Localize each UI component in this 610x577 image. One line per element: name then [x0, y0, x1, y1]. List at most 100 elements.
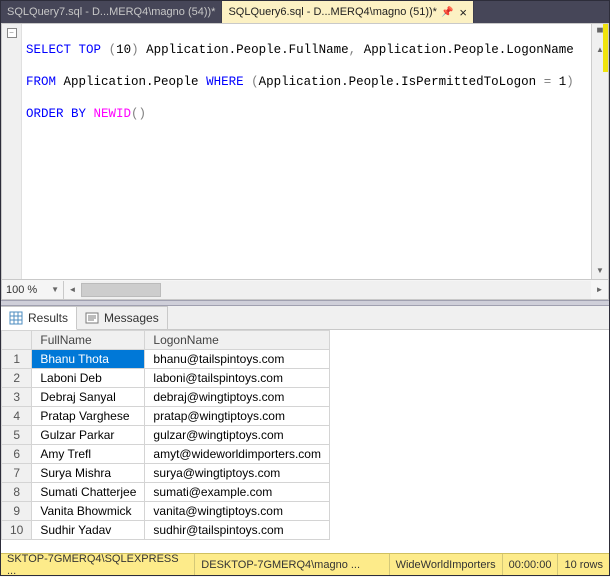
code-pane[interactable]: SELECT TOP (10) Application.People.FullN…	[22, 24, 591, 279]
cell-fullname[interactable]: Amy Trefl	[32, 445, 145, 464]
horizontal-scrollbar[interactable]: ◄ ►	[64, 281, 608, 299]
cell-logonname[interactable]: amyt@wideworldimporters.com	[145, 445, 330, 464]
status-server: SKTOP-7GMERQ4\SQLEXPRESS ...	[1, 554, 195, 575]
cell-logonname[interactable]: bhanu@tailspintoys.com	[145, 350, 330, 369]
column-ref: Application.People.LogonName	[364, 43, 574, 57]
tab-sqlquery7[interactable]: SQLQuery7.sql - D...MERQ4\magno (54))*	[1, 1, 222, 23]
table-row[interactable]: 6Amy Treflamyt@wideworldimporters.com	[2, 445, 330, 464]
status-user: DESKTOP-7GMERQ4\magno ...	[195, 554, 389, 575]
tab-sqlquery6[interactable]: SQLQuery6.sql - D...MERQ4\magno (51))* 📌…	[222, 1, 474, 23]
row-number[interactable]: 6	[2, 445, 32, 464]
tab-label: Messages	[104, 311, 159, 325]
table-row[interactable]: 4Pratap Varghesepratap@wingtiptoys.com	[2, 407, 330, 426]
paren: (	[251, 75, 259, 89]
editor-area: − SELECT TOP (10) Application.People.Ful…	[1, 23, 609, 300]
table-row[interactable]: 1Bhanu Thotabhanu@tailspintoys.com	[2, 350, 330, 369]
table-row[interactable]: 8Sumati Chatterjeesumati@example.com	[2, 483, 330, 502]
row-number[interactable]: 10	[2, 521, 32, 540]
literal-number: 10	[116, 43, 131, 57]
close-icon[interactable]: ×	[459, 6, 467, 19]
table-row[interactable]: 5Gulzar Parkargulzar@wingtiptoys.com	[2, 426, 330, 445]
tab-messages[interactable]: Messages	[77, 306, 168, 329]
header-row: FullName LogonName	[2, 331, 330, 350]
chevron-down-icon: ▼	[51, 285, 59, 294]
func-newid: NEWID	[94, 107, 132, 121]
results-area: Results Messages FullName LogonName 1Bha…	[1, 306, 609, 553]
pin-icon[interactable]: 📌	[441, 7, 453, 18]
cell-logonname[interactable]: sumati@example.com	[145, 483, 330, 502]
paren: )	[566, 75, 574, 89]
results-grid-container[interactable]: FullName LogonName 1Bhanu Thotabhanu@tai…	[1, 330, 609, 553]
col-fullname[interactable]: FullName	[32, 331, 145, 350]
code-editor[interactable]: − SELECT TOP (10) Application.People.Ful…	[1, 23, 609, 280]
row-number[interactable]: 7	[2, 464, 32, 483]
kw-orderby: ORDER BY	[26, 107, 86, 121]
table-ref: Application.People	[64, 75, 199, 89]
cell-logonname[interactable]: gulzar@wingtiptoys.com	[145, 426, 330, 445]
cell-logonname[interactable]: debraj@wingtiptoys.com	[145, 388, 330, 407]
row-number[interactable]: 2	[2, 369, 32, 388]
table-row[interactable]: 9Vanita Bhowmickvanita@wingtiptoys.com	[2, 502, 330, 521]
paren-pair: ()	[131, 107, 146, 121]
table-row[interactable]: 3Debraj Sanyaldebraj@wingtiptoys.com	[2, 388, 330, 407]
cell-logonname[interactable]: vanita@wingtiptoys.com	[145, 502, 330, 521]
table-row[interactable]: 2Laboni Deblaboni@tailspintoys.com	[2, 369, 330, 388]
zoom-dropdown[interactable]: 100 % ▼	[2, 281, 64, 299]
column-ref: Application.People.IsPermittedToLogon	[259, 75, 537, 89]
app-root: SQLQuery7.sql - D...MERQ4\magno (54))* S…	[0, 0, 610, 576]
row-number[interactable]: 3	[2, 388, 32, 407]
editor-gutter: −	[2, 24, 22, 279]
paren: (	[109, 43, 117, 57]
kw-from: FROM	[26, 75, 56, 89]
kw-top: TOP	[79, 43, 102, 57]
column-ref: Application.People.FullName	[146, 43, 349, 57]
row-number[interactable]: 5	[2, 426, 32, 445]
table-row[interactable]: 10Sudhir Yadavsudhir@tailspintoys.com	[2, 521, 330, 540]
cell-fullname[interactable]: Sudhir Yadav	[32, 521, 145, 540]
cell-fullname[interactable]: Sumati Chatterjee	[32, 483, 145, 502]
cell-fullname[interactable]: Bhanu Thota	[32, 350, 145, 369]
cell-logonname[interactable]: laboni@tailspintoys.com	[145, 369, 330, 388]
cell-logonname[interactable]: surya@wingtiptoys.com	[145, 464, 330, 483]
row-number[interactable]: 1	[2, 350, 32, 369]
document-tabs: SQLQuery7.sql - D...MERQ4\magno (54))* S…	[1, 1, 609, 23]
results-tab-strip: Results Messages	[1, 306, 609, 330]
row-number[interactable]: 9	[2, 502, 32, 521]
comma: ,	[349, 43, 357, 57]
cell-fullname[interactable]: Debraj Sanyal	[32, 388, 145, 407]
editor-footer: 100 % ▼ ◄ ►	[1, 280, 609, 300]
messages-icon	[85, 311, 99, 325]
col-logonname[interactable]: LogonName	[145, 331, 330, 350]
tab-results[interactable]: Results	[1, 306, 77, 330]
scroll-track[interactable]	[81, 281, 591, 299]
cell-fullname[interactable]: Vanita Bhowmick	[32, 502, 145, 521]
scroll-right-icon[interactable]: ►	[591, 281, 608, 299]
kw-where: WHERE	[206, 75, 244, 89]
cell-fullname[interactable]: Gulzar Parkar	[32, 426, 145, 445]
scroll-down-icon[interactable]: ▼	[592, 262, 608, 279]
scroll-track[interactable]	[592, 58, 608, 262]
cell-logonname[interactable]: sudhir@tailspintoys.com	[145, 521, 330, 540]
scroll-thumb[interactable]	[81, 283, 161, 297]
zoom-value: 100 %	[6, 284, 37, 296]
cell-fullname[interactable]: Laboni Deb	[32, 369, 145, 388]
status-rowcount: 10 rows	[558, 554, 609, 575]
change-indicator	[603, 24, 608, 72]
tab-label: Results	[28, 311, 68, 325]
tab-label: SQLQuery7.sql - D...MERQ4\magno (54))*	[7, 6, 215, 18]
collapse-toggle-icon[interactable]: −	[7, 28, 17, 38]
literal-number: 1	[551, 75, 566, 89]
kw-select: SELECT	[26, 43, 71, 57]
corner-cell[interactable]	[2, 331, 32, 350]
table-row[interactable]: 7Surya Mishrasurya@wingtiptoys.com	[2, 464, 330, 483]
grid-icon	[9, 311, 23, 325]
cell-fullname[interactable]: Surya Mishra	[32, 464, 145, 483]
cell-logonname[interactable]: pratap@wingtiptoys.com	[145, 407, 330, 426]
status-elapsed: 00:00:00	[503, 554, 559, 575]
row-number[interactable]: 4	[2, 407, 32, 426]
tab-label: SQLQuery6.sql - D...MERQ4\magno (51))*	[228, 6, 436, 18]
scroll-left-icon[interactable]: ◄	[64, 281, 81, 299]
status-database: WideWorldImporters	[390, 554, 503, 575]
row-number[interactable]: 8	[2, 483, 32, 502]
cell-fullname[interactable]: Pratap Varghese	[32, 407, 145, 426]
